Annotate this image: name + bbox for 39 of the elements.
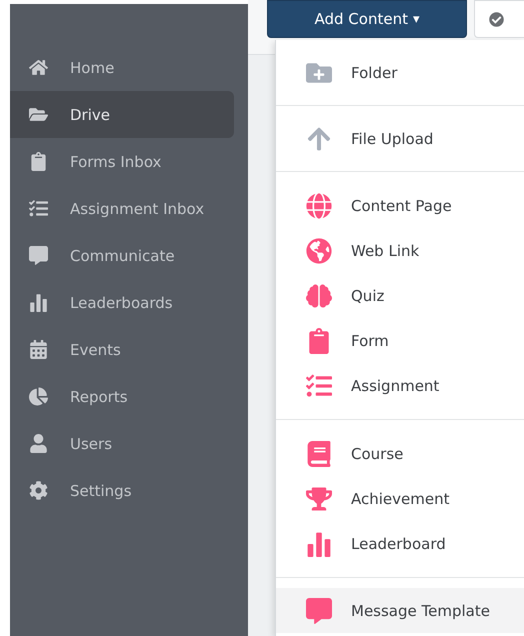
- menu-item[interactable]: Achievement: [276, 476, 524, 521]
- sidebar-item[interactable]: Assignment Inbox: [10, 185, 234, 232]
- menu-item[interactable]: Course: [276, 431, 524, 476]
- sidebar-item[interactable]: Users: [10, 420, 234, 467]
- bar-chart-icon: [28, 293, 48, 312]
- speech-bubble-icon: [28, 246, 48, 265]
- brain-icon: [304, 282, 334, 308]
- menu-item[interactable]: Folder: [276, 50, 524, 95]
- checklist-icon: [28, 199, 48, 218]
- user-icon: [28, 434, 48, 453]
- menu-item[interactable]: Assignment: [276, 363, 524, 408]
- sidebar-item[interactable]: Drive: [10, 91, 234, 138]
- sidebar-item[interactable]: Reports: [10, 373, 234, 420]
- sidebar-item[interactable]: Settings: [10, 467, 234, 514]
- globe-icon: [304, 192, 334, 218]
- sidebar-item[interactable]: Leaderboards: [10, 279, 234, 326]
- check-button[interactable]: [474, 0, 524, 38]
- menu-item[interactable]: Content Page: [276, 183, 524, 228]
- folder-icon: [28, 105, 48, 124]
- checklist-icon: [304, 372, 334, 398]
- menu-item[interactable]: Form: [276, 318, 524, 363]
- sidebar-item[interactable]: Forms Inbox: [10, 138, 234, 185]
- menu-item[interactable]: Message Template: [276, 588, 524, 633]
- speech-bubble-icon: [304, 598, 334, 624]
- sidebar-item[interactable]: Home: [10, 44, 234, 91]
- pie-chart-icon: [28, 387, 48, 406]
- add-content-button[interactable]: Add Content ▾: [267, 0, 467, 38]
- settings-icon: [28, 481, 48, 500]
- sidebar-item[interactable]: Communicate: [10, 232, 234, 279]
- menu-item[interactable]: File Upload: [276, 116, 524, 161]
- trophy-icon: [304, 486, 334, 512]
- sidebar-item[interactable]: Events: [10, 326, 234, 373]
- globe-icon: [304, 238, 334, 264]
- menu-item[interactable]: Web Link: [276, 228, 524, 273]
- home-icon: [28, 58, 48, 77]
- calendar-icon: [28, 340, 48, 359]
- menu-item[interactable]: Leaderboard: [276, 521, 524, 566]
- menu-item[interactable]: Quiz: [276, 273, 524, 318]
- check-icon: [489, 12, 504, 26]
